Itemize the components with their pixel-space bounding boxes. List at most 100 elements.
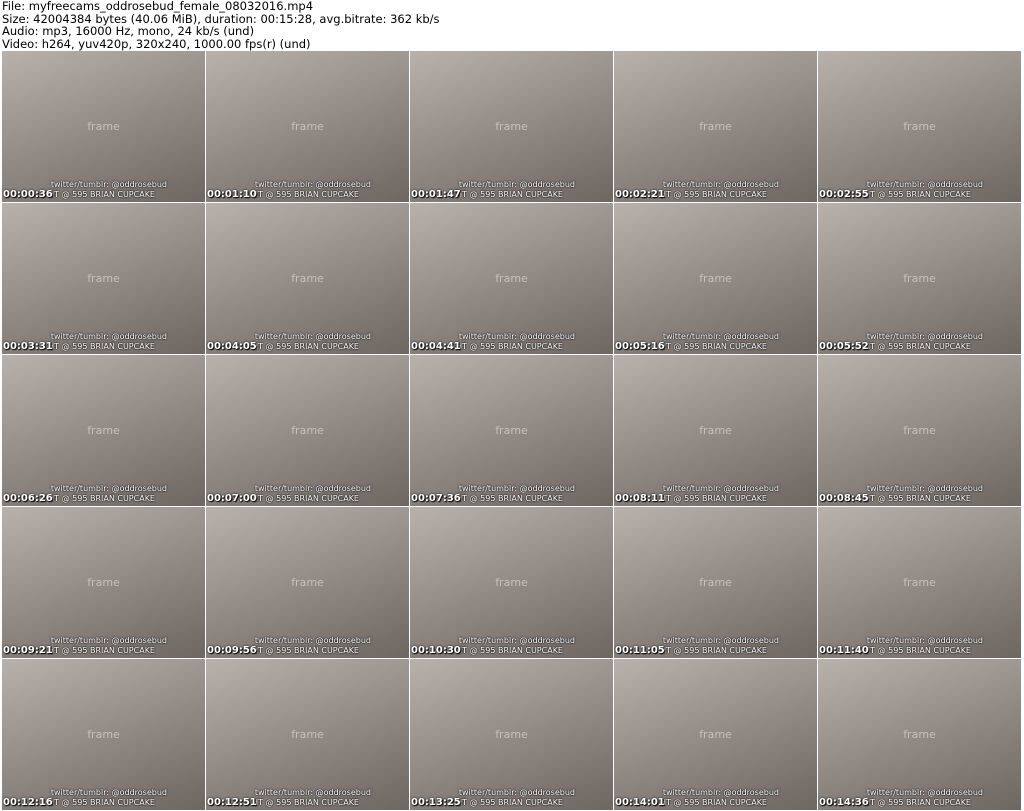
timestamp: 00:09:56 [207,645,257,656]
overlay-social: twitter/tumblr: @oddrosebud [866,332,983,341]
overlay-social: twitter/tumblr: @oddrosebud [662,332,779,341]
overlay-tip-note: HT @ 595 BRIAN CUPCAKE [864,494,971,503]
overlay-tip-note: HT @ 595 BRIAN CUPCAKE [48,494,155,503]
thumbnail-frame: frame twitter/tumblr: @oddrosebud HT @ 595… [410,203,613,354]
thumbnail-frame: frame twitter/tumblr: @oddrosebud HT @ 595… [614,659,817,810]
overlay-social: twitter/tumblr: @oddrosebud [662,788,779,797]
overlay-social: twitter/tumblr: @oddrosebud [458,788,575,797]
timestamp: 00:01:47 [411,189,461,200]
overlay-social: twitter/tumblr: @oddrosebud [50,484,167,493]
overlay-social: twitter/tumblr: @oddrosebud [50,636,167,645]
overlay-tip-note: HT @ 595 BRIAN CUPCAKE [48,798,155,807]
thumbnail-frame: frame twitter/tumblr: @oddrosebud HT @ 595… [410,355,613,506]
overlay-tip-note: HT @ 595 BRIAN CUPCAKE [48,190,155,199]
timestamp: 00:08:11 [615,493,665,504]
overlay-social: twitter/tumblr: @oddrosebud [866,484,983,493]
overlay-social: twitter/tumblr: @oddrosebud [458,180,575,189]
overlay-tip-note: HT @ 595 BRIAN CUPCAKE [48,342,155,351]
overlay-tip-note: HT @ 595 BRIAN CUPCAKE [660,494,767,503]
overlay-tip-note: HT @ 595 BRIAN CUPCAKE [456,798,563,807]
overlay-social: twitter/tumblr: @oddrosebud [254,180,371,189]
overlay-tip-note: HT @ 595 BRIAN CUPCAKE [864,798,971,807]
overlay-tip-note: HT @ 595 BRIAN CUPCAKE [660,798,767,807]
thumbnail-frame: frame twitter/tumblr: @oddrosebud HT @ 595… [818,355,1021,506]
overlay-social: twitter/tumblr: @oddrosebud [50,332,167,341]
file-name: File: myfreecams_oddrosebud_female_08032… [2,0,314,13]
thumbnail-frame: frame twitter/tumblr: @oddrosebud HT @ 595… [818,51,1021,202]
overlay-tip-note: HT @ 595 BRIAN CUPCAKE [252,494,359,503]
overlay-social: twitter/tumblr: @oddrosebud [50,180,167,189]
thumbnail-frame: frame twitter/tumblr: @oddrosebud HT @ 595… [410,507,613,658]
timestamp: 00:06:26 [3,493,53,504]
overlay-social: twitter/tumblr: @oddrosebud [254,788,371,797]
timestamp: 00:04:05 [207,341,257,352]
thumbnail-frame: frame twitter/tumblr: @oddrosebud HT @ 595… [206,659,409,810]
thumbnail-frame: frame twitter/tumblr: @oddrosebud HT @ 595… [2,51,205,202]
thumbnail-frame: frame twitter/tumblr: @oddrosebud HT @ 595… [410,51,613,202]
overlay-social: twitter/tumblr: @oddrosebud [50,788,167,797]
timestamp: 00:02:21 [615,189,665,200]
overlay-tip-note: HT @ 595 BRIAN CUPCAKE [48,646,155,655]
thumbnail-frame: frame twitter/tumblr: @oddrosebud HT @ 595… [2,203,205,354]
thumbnail-frame: frame twitter/tumblr: @oddrosebud HT @ 595… [614,507,817,658]
file-info-header: File: myfreecams_oddrosebud_female_08032… [2,0,440,50]
overlay-tip-note: HT @ 595 BRIAN CUPCAKE [864,342,971,351]
overlay-tip-note: HT @ 595 BRIAN CUPCAKE [456,646,563,655]
thumbnail-frame: frame twitter/tumblr: @oddrosebud HT @ 595… [818,203,1021,354]
overlay-social: twitter/tumblr: @oddrosebud [458,636,575,645]
timestamp: 00:12:16 [3,797,53,808]
overlay-social: twitter/tumblr: @oddrosebud [254,332,371,341]
overlay-social: twitter/tumblr: @oddrosebud [458,484,575,493]
thumbnail-frame: frame twitter/tumblr: @oddrosebud HT @ 595… [818,507,1021,658]
timestamp: 00:01:10 [207,189,257,200]
timestamp: 00:07:36 [411,493,461,504]
video-info: Video: h264, yuv420p, 320x240, 1000.00 f… [2,36,311,51]
overlay-social: twitter/tumblr: @oddrosebud [866,788,983,797]
overlay-tip-note: HT @ 595 BRIAN CUPCAKE [252,798,359,807]
thumbnail-frame: frame twitter/tumblr: @oddrosebud HT @ 595… [614,203,817,354]
thumbnail-frame: frame twitter/tumblr: @oddrosebud HT @ 595… [614,355,817,506]
overlay-social: twitter/tumblr: @oddrosebud [662,636,779,645]
overlay-social: twitter/tumblr: @oddrosebud [866,180,983,189]
overlay-tip-note: HT @ 595 BRIAN CUPCAKE [252,646,359,655]
overlay-social: twitter/tumblr: @oddrosebud [866,636,983,645]
timestamp: 00:11:40 [819,645,869,656]
timestamp: 00:12:51 [207,797,257,808]
overlay-social: twitter/tumblr: @oddrosebud [662,180,779,189]
timestamp: 00:00:36 [3,189,53,200]
overlay-tip-note: HT @ 595 BRIAN CUPCAKE [456,494,563,503]
overlay-tip-note: HT @ 595 BRIAN CUPCAKE [456,342,563,351]
thumbnail-frame: frame twitter/tumblr: @oddrosebud HT @ 595… [2,659,205,810]
overlay-tip-note: HT @ 595 BRIAN CUPCAKE [660,342,767,351]
overlay-social: twitter/tumblr: @oddrosebud [662,484,779,493]
timestamp: 00:13:25 [411,797,461,808]
overlay-tip-note: HT @ 595 BRIAN CUPCAKE [660,646,767,655]
overlay-social: twitter/tumblr: @oddrosebud [254,484,371,493]
thumbnail-frame: frame twitter/tumblr: @oddrosebud HT @ 595… [206,51,409,202]
thumbnail-frame: frame twitter/tumblr: @oddrosebud HT @ 595… [410,659,613,810]
timestamp: 00:09:21 [3,645,53,656]
timestamp: 00:14:01 [615,797,665,808]
overlay-social: twitter/tumblr: @oddrosebud [458,332,575,341]
timestamp: 00:14:36 [819,797,869,808]
timestamp: 00:05:16 [615,341,665,352]
timestamp: 00:03:31 [3,341,53,352]
timestamp: 00:08:45 [819,493,869,504]
overlay-social: twitter/tumblr: @oddrosebud [254,636,371,645]
thumbnail-frame: frame twitter/tumblr: @oddrosebud HT @ 595… [206,507,409,658]
thumbnail-grid: frame twitter/tumblr: @oddrosebud HT @ 595… [2,51,1021,810]
timestamp: 00:07:00 [207,493,257,504]
timestamp: 00:11:05 [615,645,665,656]
overlay-tip-note: HT @ 595 BRIAN CUPCAKE [864,190,971,199]
thumbnail-frame: frame twitter/tumblr: @oddrosebud HT @ 595… [206,355,409,506]
overlay-tip-note: HT @ 595 BRIAN CUPCAKE [456,190,563,199]
timestamp: 00:05:52 [819,341,869,352]
timestamp: 00:04:41 [411,341,461,352]
thumbnail-frame: frame twitter/tumblr: @oddrosebud HT @ 595… [2,507,205,658]
audio-info: Audio: mp3, 16000 Hz, mono, 24 kb/s (und… [2,24,255,38]
thumbnail-frame: frame twitter/tumblr: @oddrosebud HT @ 595… [818,659,1021,810]
thumbnail-frame: frame twitter/tumblr: @oddrosebud HT @ 595… [206,203,409,354]
timestamp: 00:10:30 [411,645,461,656]
overlay-tip-note: HT @ 595 BRIAN CUPCAKE [252,342,359,351]
timestamp: 00:02:55 [819,189,869,200]
